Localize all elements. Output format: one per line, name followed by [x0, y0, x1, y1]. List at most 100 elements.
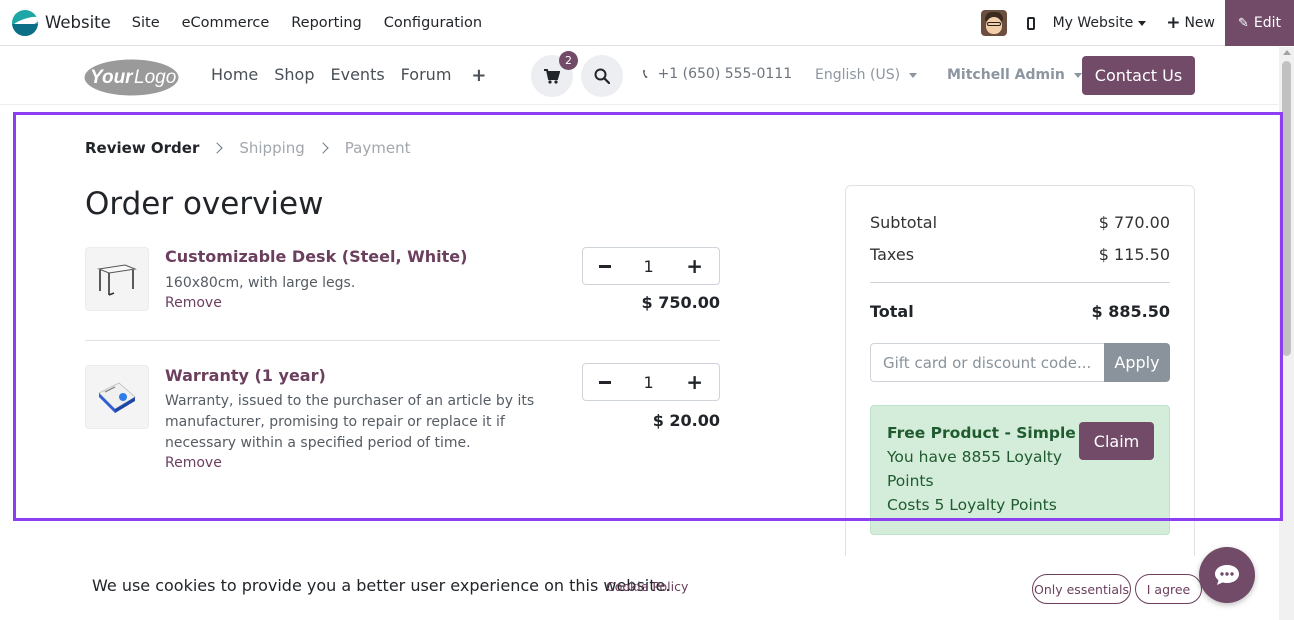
- quantity-stepper: 1 +: [582, 247, 720, 285]
- total-label: Total: [870, 302, 914, 321]
- checkout-steps: Review Order Shipping Payment: [85, 139, 410, 157]
- cart-line-item: Customizable Desk (Steel, White) 160x80c…: [85, 247, 720, 327]
- cart-count-badge: 2: [559, 51, 578, 70]
- website-selector-label: My Website: [1052, 15, 1134, 31]
- chevron-right-icon: [211, 142, 224, 154]
- product-name-link[interactable]: Warranty (1 year): [165, 366, 326, 385]
- order-summary-card: Subtotal $ 770.00 Taxes $ 115.50 Total $…: [845, 185, 1195, 585]
- plus-icon[interactable]: +: [686, 256, 703, 276]
- mobile-preview-icon[interactable]: [1026, 16, 1035, 30]
- quantity-stepper: 1 +: [582, 363, 720, 401]
- search-button[interactable]: [581, 55, 623, 97]
- claim-button[interactable]: Claim: [1079, 422, 1154, 460]
- language-label: English (US): [815, 67, 901, 83]
- nav-home[interactable]: Home: [211, 65, 258, 86]
- avatar[interactable]: [980, 10, 1007, 36]
- phone-number: +1 (650) 555-0111: [657, 66, 793, 82]
- product-description: 160x80cm, with large legs.: [165, 275, 356, 291]
- scrollbar-thumb[interactable]: [1282, 61, 1291, 356]
- user-name: Mitchell Admin: [947, 67, 1065, 83]
- product-image-warranty[interactable]: [85, 365, 149, 429]
- desk-image: [97, 264, 137, 296]
- website-selector[interactable]: My Website: [1053, 15, 1147, 31]
- page-scrollbar[interactable]: [1279, 47, 1294, 620]
- cookie-banner: We use cookies to provide you a better u…: [0, 556, 1278, 620]
- site-header: Your Logo Home Shop Events Forum + 2 📞︎ …: [0, 47, 1278, 105]
- chevron-down-icon: [1138, 20, 1147, 26]
- app-brand[interactable]: Website: [12, 9, 111, 36]
- scroll-up-icon[interactable]: [1283, 50, 1291, 55]
- admin-actions: My Website + New ✎ Edit: [980, 0, 1294, 46]
- minus-icon[interactable]: [599, 264, 611, 268]
- cart-line-item: Warranty (1 year) Warranty, issued to th…: [85, 363, 720, 475]
- summary-divider: [870, 282, 1170, 283]
- reward-cost-line: Costs 5 Loyalty Points: [887, 496, 1057, 514]
- remove-item-link[interactable]: Remove: [165, 295, 222, 311]
- admin-navbar: Website Site eCommerce Reporting Configu…: [0, 0, 1294, 46]
- cart-icon: [544, 68, 560, 84]
- search-icon: [594, 68, 610, 84]
- subtotal-value: $ 770.00: [1098, 213, 1170, 232]
- new-button[interactable]: + New: [1166, 13, 1215, 33]
- contact-us-button[interactable]: Contact Us: [1082, 56, 1195, 95]
- reward-points-line: You have 8855 Loyalty: [887, 448, 1063, 466]
- menu-configuration[interactable]: Configuration: [373, 15, 493, 31]
- svg-text:Your: Your: [90, 67, 134, 88]
- plus-icon: +: [1166, 13, 1181, 33]
- user-menu[interactable]: Mitchell Admin: [947, 67, 1082, 83]
- reward-alert: Free Product - Simple Pen You have 8855 …: [870, 405, 1170, 535]
- reward-points-line: Points: [887, 472, 934, 490]
- menu-site[interactable]: Site: [121, 15, 171, 31]
- cookie-message: We use cookies to provide you a better u…: [92, 576, 671, 595]
- minus-icon[interactable]: [599, 380, 611, 384]
- pencil-icon: ✎: [1237, 15, 1249, 31]
- agree-button[interactable]: I agree: [1135, 574, 1202, 604]
- item-divider: [85, 340, 720, 341]
- quantity-value[interactable]: 1: [644, 373, 654, 392]
- warranty-box-image: [98, 382, 136, 413]
- item-price: $ 20.00: [652, 411, 720, 430]
- subtotal-row: Subtotal $ 770.00: [870, 213, 1170, 232]
- nav-shop[interactable]: Shop: [274, 65, 314, 86]
- avatar-glasses: [986, 22, 1001, 26]
- site-logo[interactable]: Your Logo: [84, 57, 179, 96]
- edit-button[interactable]: ✎ Edit: [1225, 0, 1294, 46]
- add-page-icon[interactable]: +: [471, 65, 486, 86]
- taxes-value: $ 115.50: [1098, 245, 1170, 264]
- cart-button[interactable]: 2: [531, 51, 578, 97]
- plus-icon[interactable]: +: [686, 372, 703, 392]
- product-name-link[interactable]: Customizable Desk (Steel, White): [165, 247, 467, 266]
- product-description: Warranty, issued to the purchaser of an …: [165, 393, 535, 451]
- promo-code-input[interactable]: [870, 343, 1104, 382]
- admin-menu: Site eCommerce Reporting Configuration: [121, 15, 493, 31]
- website-app-icon: [12, 9, 38, 36]
- product-image-desk[interactable]: [85, 247, 149, 311]
- only-essentials-button[interactable]: Only essentials: [1032, 574, 1131, 604]
- taxes-label: Taxes: [870, 245, 915, 264]
- chat-icon: [1215, 565, 1239, 585]
- menu-ecommerce[interactable]: eCommerce: [171, 15, 281, 31]
- svg-text:Logo: Logo: [134, 67, 176, 88]
- live-chat-button[interactable]: [1199, 547, 1255, 603]
- item-price: $ 750.00: [641, 293, 720, 312]
- step-review-order[interactable]: Review Order: [85, 139, 199, 157]
- phone-icon: 📞︎: [643, 66, 648, 82]
- promo-code-form: Apply: [870, 343, 1170, 382]
- nav-forum[interactable]: Forum: [401, 65, 452, 86]
- nav-events[interactable]: Events: [331, 65, 385, 86]
- phone-contact[interactable]: 📞︎ +1 (650) 555-0111: [643, 66, 792, 82]
- language-selector[interactable]: English (US): [815, 67, 918, 83]
- main-nav: Home Shop Events Forum +: [211, 65, 503, 86]
- total-row: Total $ 885.50: [870, 302, 1170, 321]
- chevron-down-icon: [1073, 72, 1082, 78]
- new-label: New: [1184, 15, 1215, 31]
- chevron-down-icon: [909, 72, 918, 78]
- apply-button[interactable]: Apply: [1104, 343, 1170, 382]
- total-value: $ 885.50: [1091, 302, 1170, 321]
- page-title: Order overview: [85, 186, 324, 222]
- quantity-value[interactable]: 1: [644, 257, 654, 276]
- remove-item-link[interactable]: Remove: [165, 455, 222, 471]
- subtotal-label: Subtotal: [870, 213, 938, 232]
- menu-reporting[interactable]: Reporting: [280, 15, 373, 31]
- cookie-policy-link[interactable]: Cookie Policy: [606, 579, 688, 594]
